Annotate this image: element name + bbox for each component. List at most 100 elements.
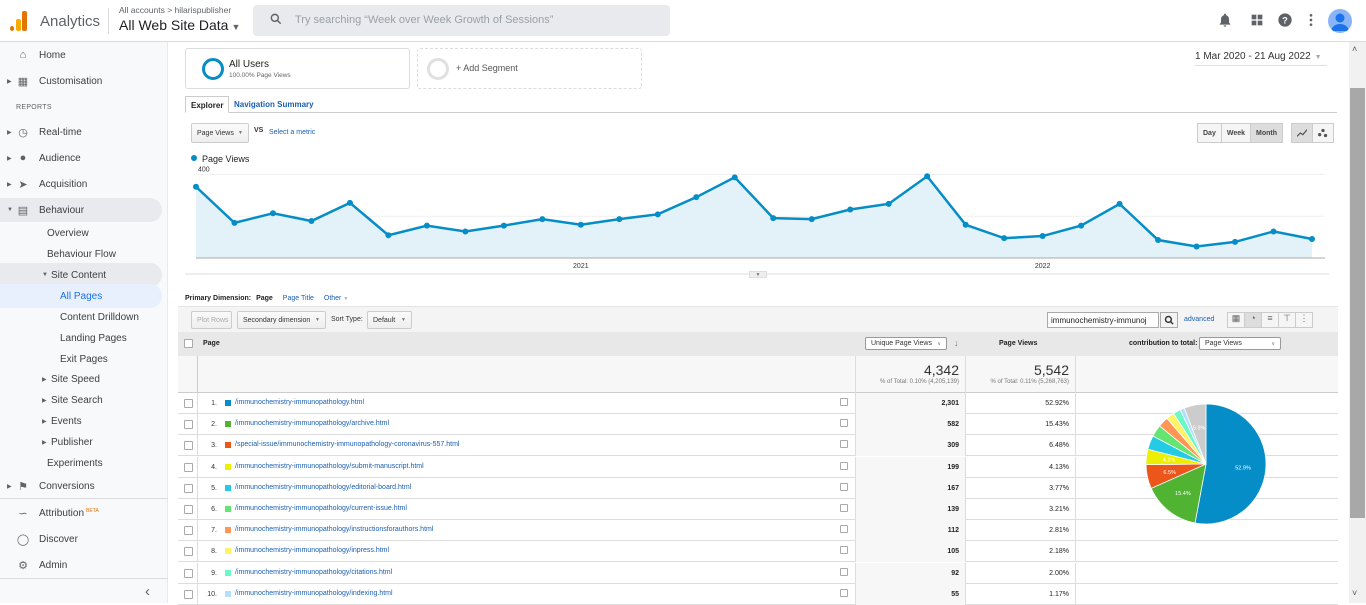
sidebar-item-audience[interactable]: ▶ ● Audience (0, 146, 162, 170)
account-breadcrumb[interactable]: All accounts > hilarispublisher (119, 5, 231, 15)
search-input[interactable]: Try searching “Week over Week Growth of … (253, 5, 670, 36)
tab-explorer[interactable]: Explorer (185, 96, 230, 113)
external-link-icon[interactable] (840, 419, 848, 428)
page-link[interactable]: /immunochemistry-immunopathology/archive… (235, 420, 389, 427)
row-checkbox[interactable] (184, 589, 193, 599)
add-segment-button[interactable]: + Add Segment (417, 48, 642, 89)
sidebar-item-experiments[interactable]: Experiments (0, 451, 162, 475)
sidebar-item-home[interactable]: ⌂ Home (0, 43, 162, 67)
page-link[interactable]: /immunochemistry-immunopathology/current… (235, 505, 407, 512)
page-link[interactable]: /immunochemistry-immunopathology/instruc… (235, 526, 433, 533)
pie-slice-label: 52.9% (1235, 465, 1251, 471)
help-icon[interactable]: ? (1277, 12, 1293, 28)
row-checkbox[interactable] (184, 399, 193, 408)
pivot-view-icon[interactable]: ⋮ (1295, 312, 1313, 328)
external-link-icon[interactable] (840, 440, 848, 449)
external-link-icon[interactable] (840, 525, 848, 534)
filter-search-button[interactable] (1160, 312, 1178, 328)
external-link-icon[interactable] (840, 567, 848, 576)
table-filter-input[interactable]: immunochemistry-immunoj (1047, 312, 1159, 328)
page-link[interactable]: /special-issue/immunochemistry-immunopat… (235, 441, 459, 448)
contribution-metric-select[interactable]: Page Views ∨ (1199, 337, 1281, 350)
row-checkbox[interactable] (184, 483, 193, 493)
external-link-icon[interactable] (840, 461, 848, 470)
sort-type-select[interactable]: Default ▼ (367, 311, 412, 329)
motion-chart-button[interactable] (1312, 123, 1335, 143)
row-checkbox[interactable] (184, 547, 193, 557)
primary-dim-page-title[interactable]: Page Title (283, 295, 314, 302)
expand-arrow-icon: ▶ (42, 439, 47, 446)
page-link[interactable]: /immunochemistry-immunopathology/citatio… (235, 569, 392, 576)
primary-dim-other[interactable]: Other (324, 295, 342, 302)
row-color-swatch (225, 421, 231, 428)
page-views-pct-cell: 1.17% (966, 583, 1076, 605)
table-row: 10. /immunochemistry-immunopathology/inde… (178, 583, 1338, 605)
external-link-icon[interactable] (840, 546, 848, 555)
page-link[interactable]: /immunochemistry-immunopathology/inpress… (235, 547, 389, 554)
week-button[interactable]: Week (1220, 123, 1252, 143)
sidebar-item-attribution[interactable]: ∽ Attribution BETA (0, 501, 162, 525)
sidebar-item-acquisition[interactable]: ▶ ➤ Acquisition (0, 172, 162, 196)
property-selector[interactable]: All Web Site Data ▼ (119, 17, 240, 33)
row-checkbox[interactable] (184, 441, 193, 451)
row-checkbox[interactable] (184, 505, 193, 514)
sidebar-item-conversions[interactable]: ▶ ⚑ Conversions (0, 474, 162, 498)
advanced-filter-link[interactable]: advanced (1184, 316, 1214, 323)
acquisition-icon: ➤ (18, 178, 28, 191)
sidebar-item-behaviour[interactable]: ▼ ▤ Behaviour (0, 198, 162, 222)
external-link-icon[interactable] (840, 504, 848, 512)
col-pageviews-header[interactable]: Page Views (999, 340, 1037, 347)
scroll-up-icon[interactable]: ˄ (1352, 44, 1357, 54)
legend-dot (191, 155, 197, 161)
sidebar-item-customisation[interactable]: ▶ ▦ Customisation (0, 69, 162, 93)
line-chart-button[interactable] (1291, 123, 1314, 143)
collapse-sidebar-icon[interactable]: ‹ (145, 583, 150, 600)
page-link[interactable]: /immunochemistry-immunopathology/editori… (235, 484, 411, 491)
col-page-header[interactable]: Page (203, 340, 220, 347)
apps-icon[interactable] (1249, 12, 1265, 28)
plot-rows-button[interactable]: Plot Rows (191, 311, 232, 329)
page-link[interactable]: /immunochemistry-immunopathology/indexin… (235, 590, 393, 597)
segment-all-users[interactable]: All Users 100.00% Page Views (185, 48, 410, 89)
select-metric-link[interactable]: Select a metric (269, 129, 315, 136)
account-avatar[interactable] (1328, 9, 1352, 33)
primary-dim-page[interactable]: Page (256, 295, 273, 302)
day-button[interactable]: Day (1197, 123, 1222, 143)
comparison-view-icon[interactable]: ⊤ (1278, 312, 1296, 328)
month-button[interactable]: Month (1250, 123, 1284, 143)
page-scrollbar[interactable]: ˄ ˅ (1349, 42, 1366, 603)
external-link-icon[interactable] (840, 398, 848, 406)
sort-desc-arrow-icon[interactable]: ↓ (954, 338, 959, 348)
row-checkbox[interactable] (184, 526, 193, 536)
performance-view-icon[interactable]: ≡ (1261, 312, 1279, 328)
data-point (770, 215, 777, 222)
secondary-dimension-select[interactable]: Secondary dimension ▼ (237, 311, 326, 329)
sidebar-item-realtime[interactable]: ▶ ◷ Real-time (0, 120, 162, 144)
chart-resize-handle[interactable]: ▼ (749, 271, 767, 278)
page-link[interactable]: /immunochemistry-immunopathology/submit-… (235, 463, 424, 470)
select-all-checkbox[interactable] (184, 339, 193, 348)
row-checkbox[interactable] (184, 420, 193, 430)
table-view-icon[interactable]: ▦ (1227, 312, 1245, 328)
external-link-icon[interactable] (840, 482, 848, 491)
page-link[interactable]: /immunochemistry-immunopathology.html (235, 399, 364, 406)
sidebar-item-discover[interactable]: ◯ Discover (0, 527, 162, 551)
scroll-down-icon[interactable]: ˅ (1352, 588, 1357, 598)
metric-label: Page Views (197, 129, 234, 137)
pie-view-icon[interactable]: ◔ (1244, 312, 1262, 328)
sidebar-item-admin[interactable]: ⚙ Admin (0, 553, 162, 577)
data-point (616, 216, 623, 223)
date-range-picker[interactable]: 1 Mar 2020 - 21 Aug 2022 ▼ (1195, 51, 1327, 66)
more-vert-icon[interactable] (1303, 12, 1319, 28)
add-segment-label: + Add Segment (456, 63, 518, 73)
external-link-icon[interactable] (840, 588, 848, 597)
search-placeholder: Try searching “Week over Week Growth of … (295, 14, 554, 26)
unique-page-views-metric-select[interactable]: Unique Page Views ∨ (865, 337, 947, 350)
scrollbar-thumb[interactable] (1350, 88, 1365, 518)
metric-selector[interactable]: Page Views ▼ (191, 123, 249, 143)
top-header: Analytics All accounts > hilarispublishe… (0, 0, 1366, 42)
row-checkbox[interactable] (184, 568, 193, 578)
row-checkbox[interactable] (184, 462, 193, 472)
tab-navigation-summary[interactable]: Navigation Summary (229, 96, 319, 113)
bell-icon[interactable] (1217, 12, 1233, 28)
